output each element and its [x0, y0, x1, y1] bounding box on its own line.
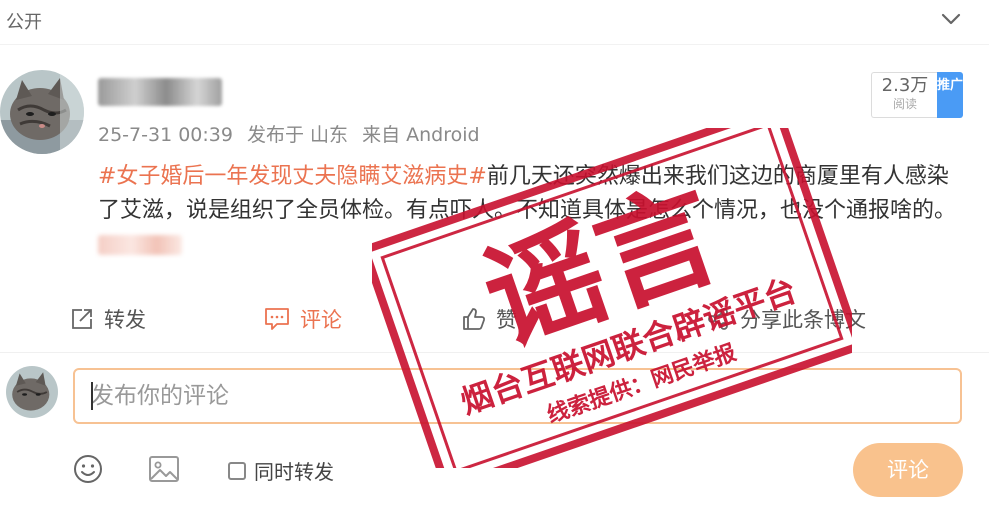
post-time[interactable]: 25-7-31 00:39 [98, 124, 233, 146]
submit-comment-button[interactable]: 评论 [853, 443, 963, 497]
read-count: 2.3万 [881, 75, 929, 96]
comment-label: 评论 [300, 308, 342, 332]
read-count-badge: 2.3万 阅读 [871, 72, 938, 118]
chevron-down-icon[interactable] [938, 6, 964, 32]
visibility-label: 公开 [6, 12, 42, 33]
checkbox[interactable] [228, 461, 246, 480]
image-icon[interactable] [147, 453, 181, 485]
rumor-stamp: 谣言 烟台互联网联合辟谣平台 线索提供：网民举报 [372, 128, 852, 468]
forward-icon [72, 309, 92, 329]
emoji-icon[interactable] [72, 453, 104, 485]
forward-label: 转发 [104, 308, 146, 332]
repost-label: 同时转发 [254, 460, 334, 484]
promote-button[interactable]: 推广 [937, 72, 963, 118]
author-avatar[interactable] [0, 70, 84, 154]
comment-icon [265, 308, 289, 330]
text-caret [91, 382, 93, 410]
read-count-label: 阅读 [892, 97, 917, 111]
author-name[interactable]: █████ [98, 78, 222, 106]
repost-checkbox[interactable]: 同时转发 [228, 456, 334, 485]
comment-button[interactable]: 评论 [264, 296, 342, 342]
post-header-bar: 公开 [0, 0, 989, 44]
blurred-mention: ███ [98, 235, 182, 255]
forward-button[interactable]: 转发 [70, 296, 146, 342]
post-location: 发布于 山东 [247, 124, 349, 146]
current-user-avatar [6, 366, 58, 418]
divider [0, 44, 989, 45]
